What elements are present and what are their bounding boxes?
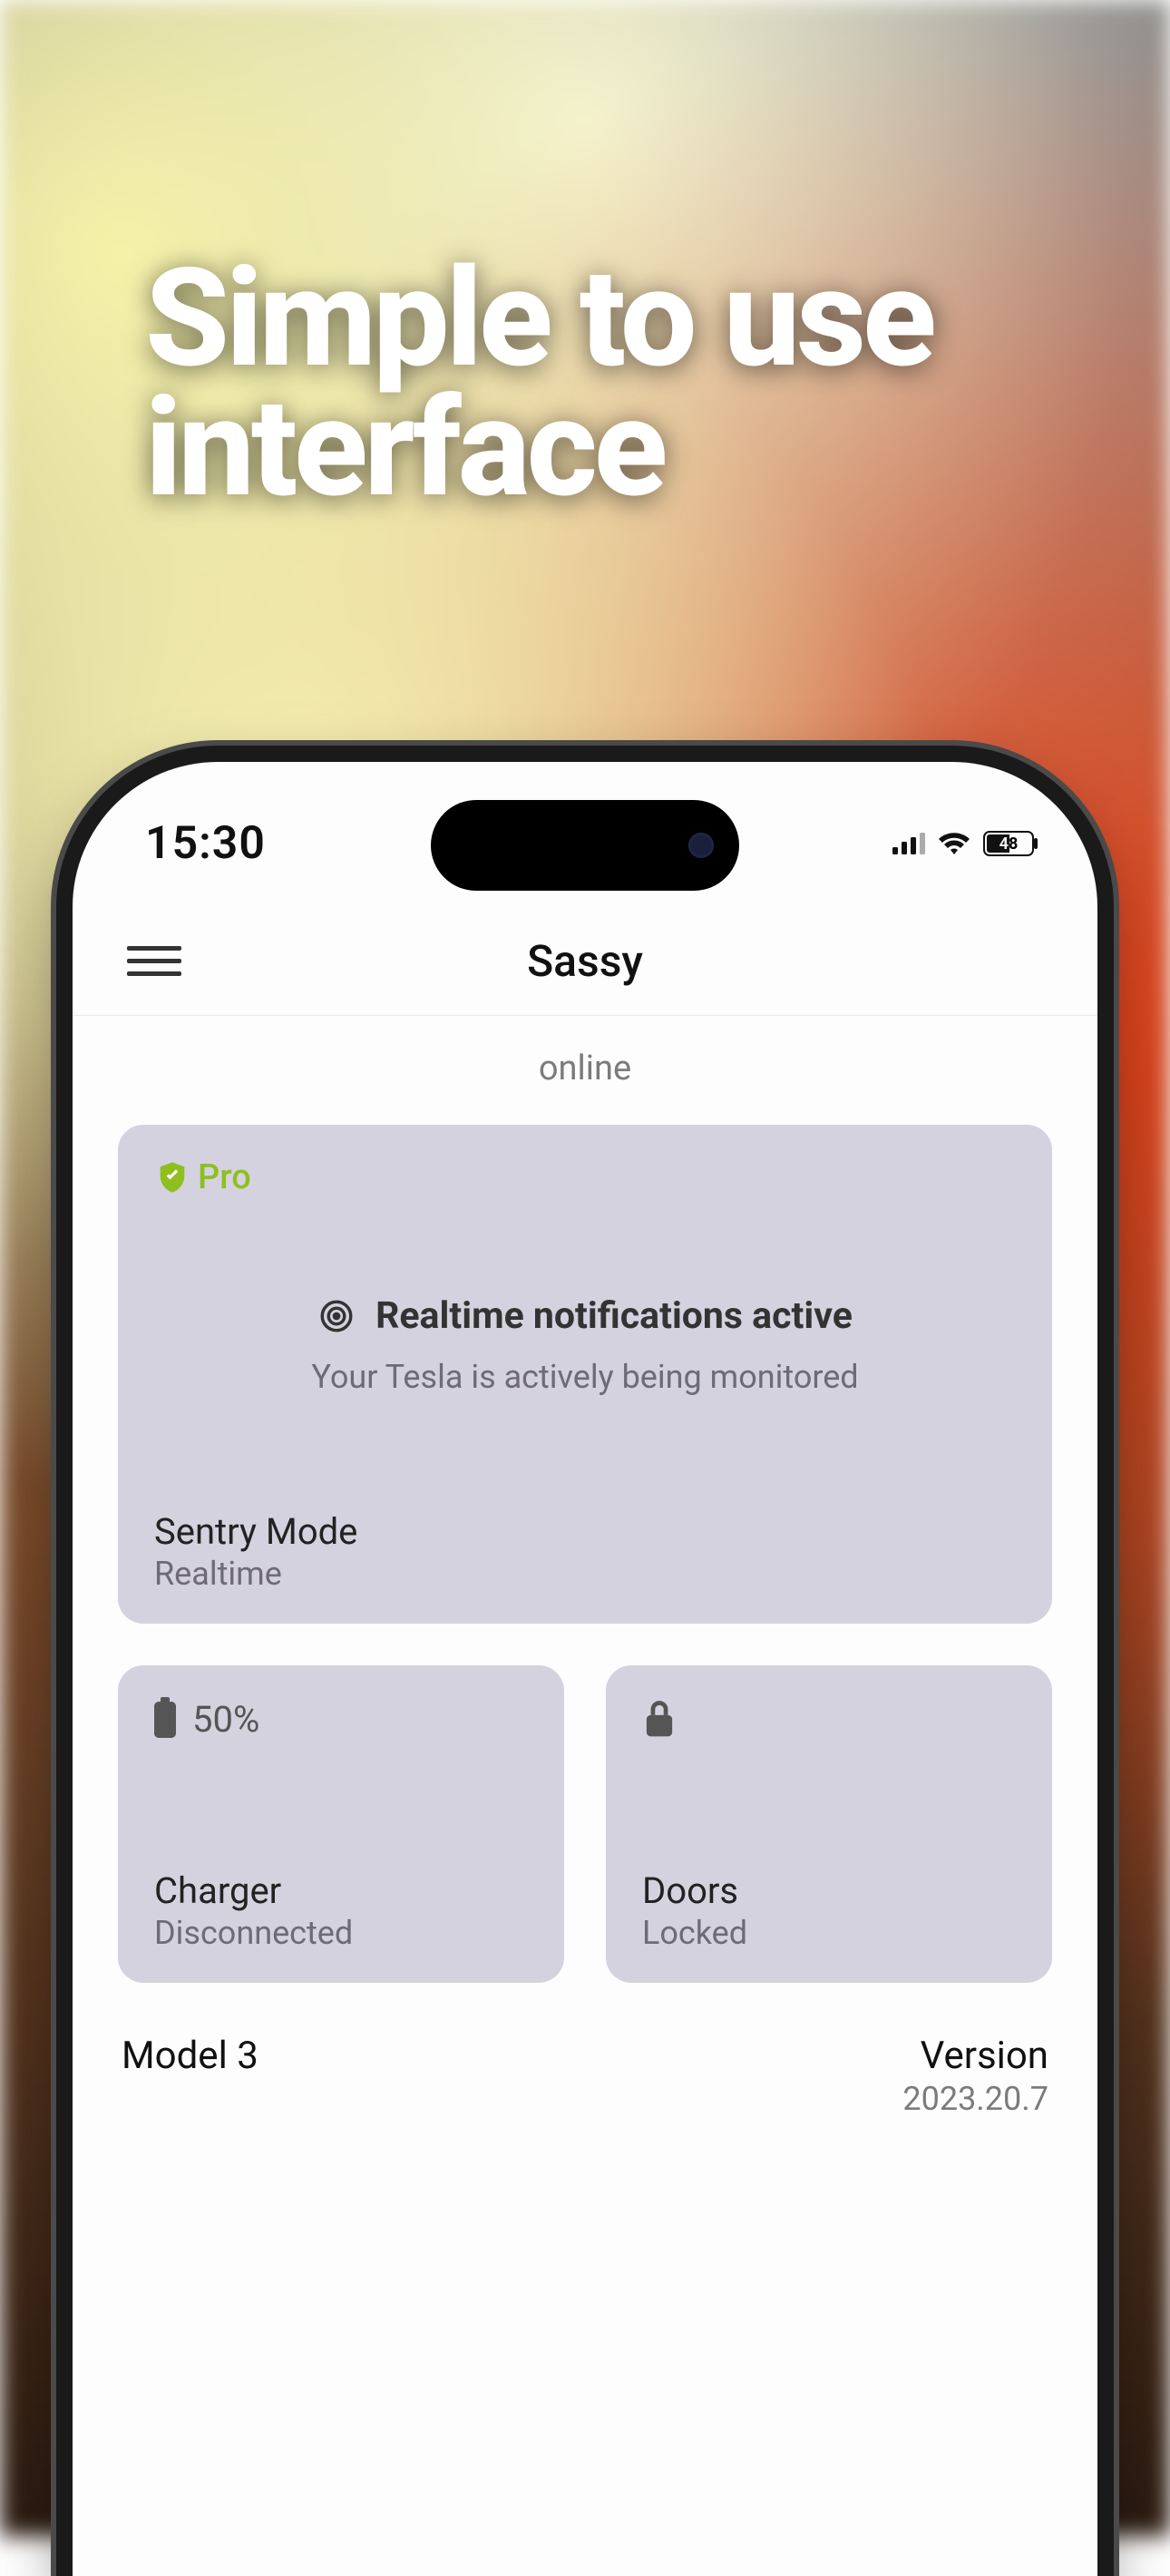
- vehicle-footer: Model 3 Version 2023.20.7: [118, 1983, 1052, 2118]
- battery-icon: [154, 1702, 176, 1738]
- version-label: Version: [902, 2034, 1048, 2078]
- marketing-headline: Simple to use interface: [145, 254, 1079, 512]
- app-screen: 15:30 48 Sassy online: [73, 762, 1097, 2576]
- dynamic-island: [431, 800, 739, 891]
- battery-icon: 48: [983, 831, 1034, 856]
- charger-label: Charger: [154, 1869, 528, 1912]
- notification-title: Realtime notifications active: [375, 1294, 853, 1338]
- version-value: 2023.20.7: [902, 2080, 1048, 2118]
- phone-frame: 15:30 48 Sassy online: [73, 762, 1097, 2576]
- online-status: online: [118, 1016, 1052, 1125]
- sentry-card-sub: Realtime: [154, 1555, 1016, 1593]
- doors-card[interactable]: Doors Locked: [606, 1665, 1052, 1983]
- sentry-mode-card[interactable]: Pro Realtime notifications active Your T…: [118, 1125, 1052, 1624]
- lock-icon: [642, 1698, 677, 1738]
- notification-subtitle: Your Tesla is actively being monitored: [311, 1358, 858, 1396]
- charger-card[interactable]: 50% Charger Disconnected: [118, 1665, 564, 1983]
- charger-status: Disconnected: [154, 1914, 528, 1952]
- target-icon: [317, 1297, 356, 1335]
- wifi-icon: [938, 832, 970, 855]
- doors-label: Doors: [642, 1869, 1016, 1912]
- hamburger-icon: [127, 946, 181, 951]
- status-time: 15:30: [145, 817, 266, 870]
- app-title: Sassy: [527, 935, 643, 987]
- app-bar: Sassy: [73, 907, 1097, 1016]
- status-icons: 48: [892, 831, 1034, 856]
- main-content: online Pro Realtime notifications active: [73, 1016, 1097, 2118]
- menu-button[interactable]: [127, 934, 181, 989]
- battery-percent: 50%: [192, 1698, 259, 1741]
- battery-level: 48: [999, 834, 1019, 854]
- vehicle-model: Model 3: [122, 2034, 258, 2078]
- doors-status: Locked: [642, 1914, 1016, 1952]
- cellular-signal-icon: [892, 833, 925, 854]
- sentry-card-label: Sentry Mode: [154, 1510, 1016, 1553]
